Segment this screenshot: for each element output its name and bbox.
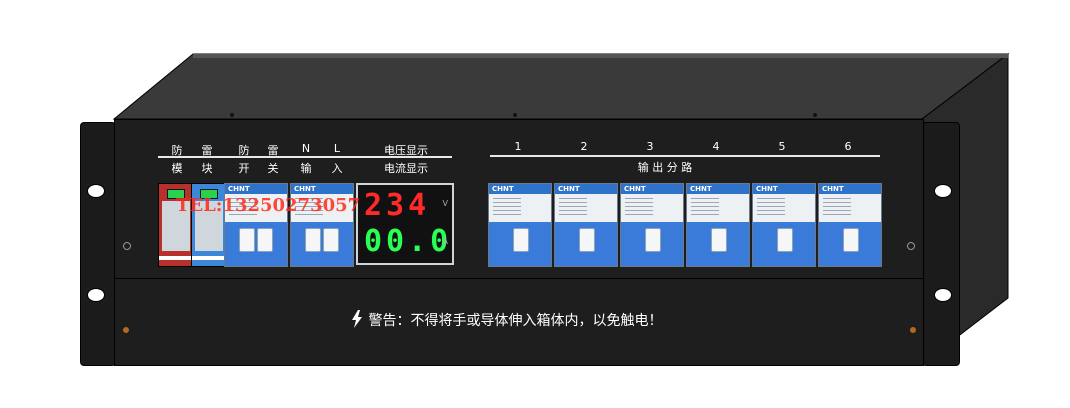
output-number-4: 4 (712, 140, 720, 153)
voltage-readout: 234 (364, 188, 431, 223)
screw-icon (910, 327, 916, 333)
ground-screw-icon (907, 242, 915, 250)
output-breaker-6[interactable]: CHNT (818, 183, 882, 267)
left-rack-ear (80, 122, 116, 366)
label-input-1: 输 (300, 162, 312, 175)
output-number-1: 1 (514, 140, 522, 153)
output-breaker-4[interactable]: CHNT (686, 183, 750, 267)
label-spd-bottom-2: 块 (201, 162, 213, 175)
output-number-3: 3 (646, 140, 654, 153)
lightning-icon (352, 310, 362, 328)
label-switch-bottom-1: 开 (238, 162, 250, 175)
output-caption: 输 出 分 路 (637, 161, 693, 174)
output-number-5: 5 (778, 140, 786, 153)
label-spd-bottom-1: 模 (171, 162, 183, 175)
current-readout: 00.0 (364, 224, 453, 259)
mount-hole (934, 184, 952, 198)
voltage-current-meter: 234 V 00.0 A (356, 183, 454, 265)
divider-output (490, 155, 880, 157)
warning-message: 警告：不得将手或导体伸入箱体内，以免触电！ (350, 310, 662, 330)
phone-watermark: TEL:13250273057 (176, 195, 361, 216)
warning-text: 警告：不得将手或导体伸入箱体内，以免触电！ (368, 313, 663, 329)
mount-hole (87, 288, 105, 302)
output-number-2: 2 (580, 140, 588, 153)
output-breaker-3[interactable]: CHNT (620, 183, 684, 267)
right-rack-ear (922, 122, 960, 366)
current-unit: A (442, 237, 448, 246)
output-number-6: 6 (844, 140, 852, 153)
output-breaker-1[interactable]: CHNT (488, 183, 552, 267)
label-switch-bottom-2: 关 (267, 162, 279, 175)
ground-screw-icon (123, 242, 131, 250)
output-breaker-5[interactable]: CHNT (752, 183, 816, 267)
output-breaker-2[interactable]: CHNT (554, 183, 618, 267)
label-l: L (333, 142, 341, 155)
divider-input (158, 156, 452, 158)
label-input-2: 入 (331, 162, 343, 175)
screw-icon (123, 327, 129, 333)
mount-hole (87, 184, 105, 198)
mount-hole (934, 288, 952, 302)
label-n: N (301, 142, 311, 155)
voltage-unit: V (442, 199, 448, 208)
label-current-display: 电流显示 (384, 162, 428, 175)
